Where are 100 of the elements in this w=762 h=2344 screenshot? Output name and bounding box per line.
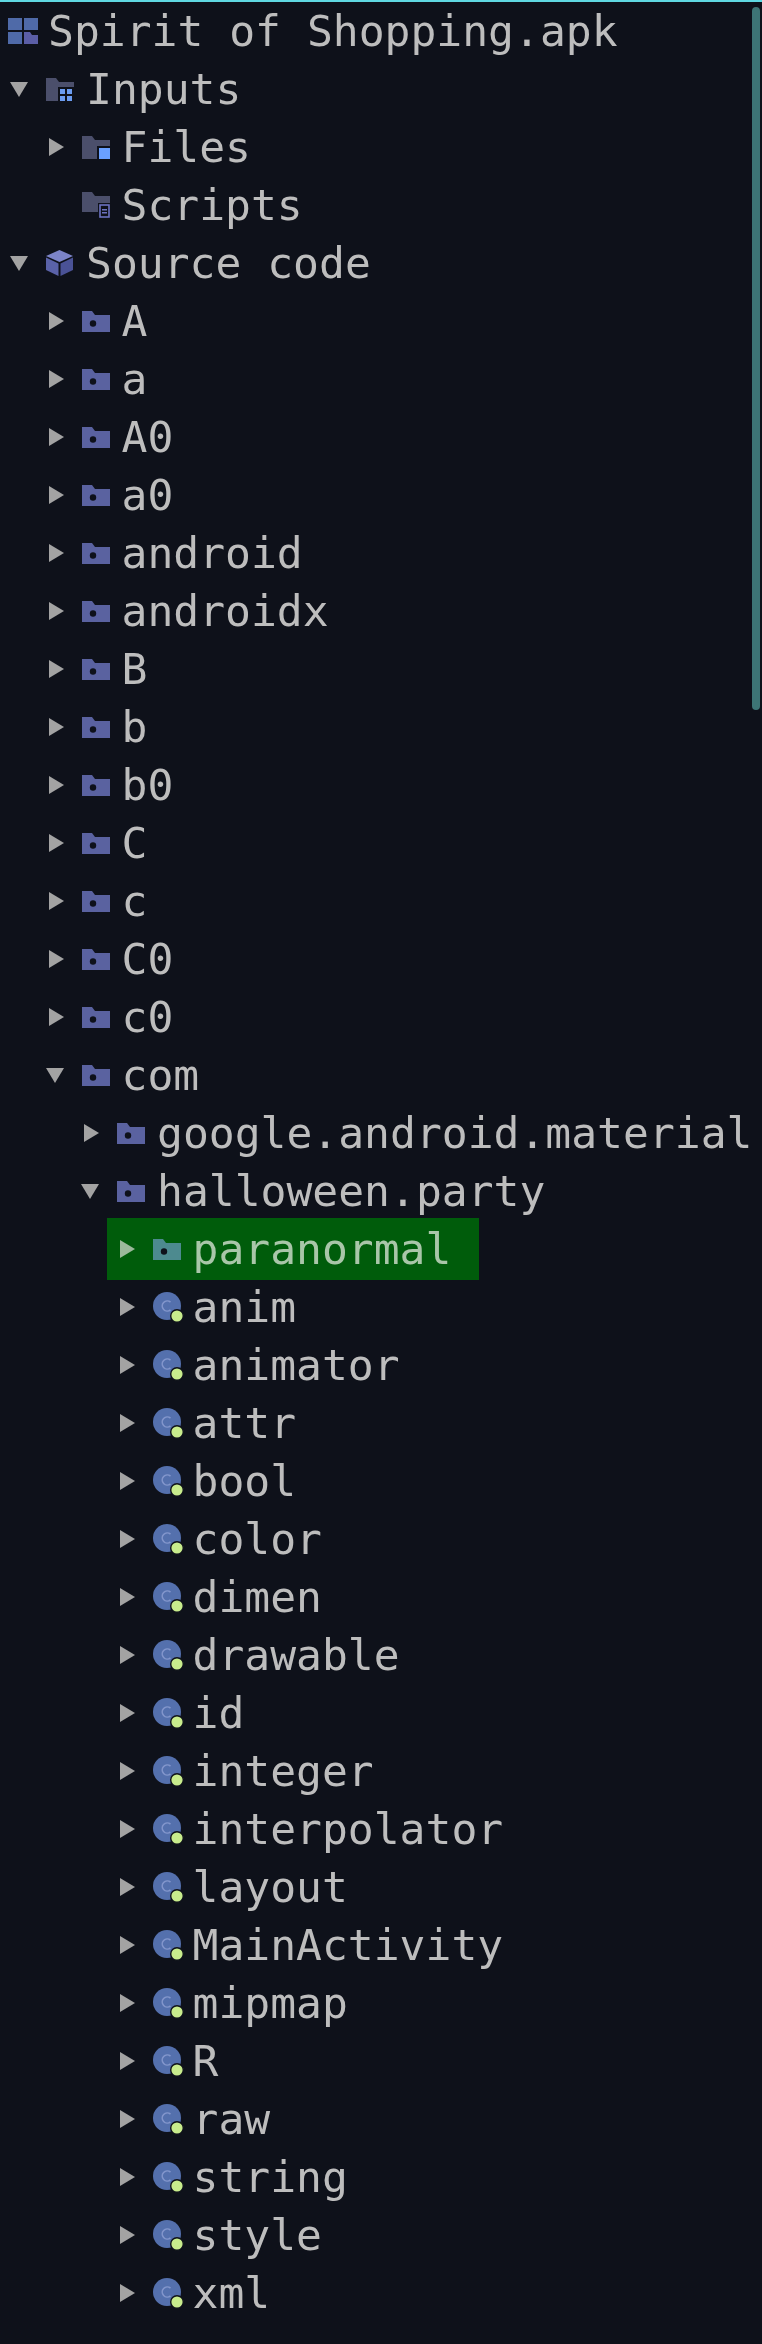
letter-c-icon (152, 1929, 184, 1961)
letter-c-icon (152, 1697, 184, 1729)
caret-icon[interactable] (48, 892, 64, 910)
caret-icon[interactable] (81, 1183, 99, 1199)
tree-item[interactable]: a0 (35, 466, 178, 524)
caret-icon[interactable] (48, 602, 64, 620)
letter-c-icon (152, 1465, 184, 1497)
folder-icon (81, 948, 110, 970)
tree-item[interactable]: anim (106, 1278, 301, 1336)
caret-icon[interactable] (48, 660, 64, 678)
tree-item[interactable]: mipmap (106, 1974, 352, 2032)
caret-icon[interactable] (48, 776, 64, 794)
tree-item[interactable]: C0 (35, 930, 178, 988)
tree-item[interactable]: interpolator (106, 1800, 508, 1858)
tree-item[interactable]: id (106, 1684, 249, 1742)
caret-icon[interactable] (48, 718, 64, 736)
tree-item[interactable]: string (106, 2148, 352, 2206)
caret-icon[interactable] (45, 1067, 64, 1083)
folder-icon (46, 77, 74, 101)
tree-item[interactable]: android (35, 524, 307, 582)
caret-icon[interactable] (48, 138, 64, 156)
caret-icon[interactable] (119, 1356, 135, 1374)
tree-item[interactable]: C (35, 814, 152, 872)
tree-item[interactable]: google.android.material (71, 1104, 757, 1162)
caret-icon[interactable] (119, 1762, 135, 1780)
caret-icon[interactable] (10, 255, 28, 271)
caret-icon[interactable] (119, 1704, 135, 1722)
tree-item[interactable]: dimen (106, 1568, 326, 1626)
tree-item[interactable]: A (35, 292, 152, 350)
caret-icon[interactable] (84, 1124, 99, 1142)
letter-c-icon (152, 2277, 184, 2309)
tree-item[interactable]: B (35, 640, 152, 698)
tree-item[interactable]: Spirit of Shopping.apk (0, 2, 622, 60)
caret-icon[interactable] (119, 1936, 135, 1954)
letter-c-icon (152, 1987, 184, 2019)
caret-icon[interactable] (119, 2168, 135, 2186)
tree-item[interactable]: layout (106, 1858, 352, 1916)
tree-item[interactable]: attr (106, 1394, 301, 1452)
tree-item[interactable]: com (35, 1046, 204, 1104)
tree-item[interactable]: R (106, 2032, 223, 2090)
tree-item[interactable]: b (35, 698, 152, 756)
caret-icon[interactable] (119, 1588, 135, 1606)
caret-icon[interactable] (10, 81, 28, 97)
caret-icon[interactable] (119, 2226, 135, 2244)
tree-item[interactable]: halloween.party (71, 1162, 550, 1220)
tree-item[interactable]: MainActivity (106, 1916, 508, 1974)
tree-item[interactable]: Files (35, 118, 255, 176)
caret-icon[interactable] (48, 1008, 64, 1026)
folder-icon (81, 1006, 110, 1028)
tree-item[interactable]: a (35, 350, 152, 408)
caret-icon[interactable] (48, 834, 64, 852)
tree-item[interactable]: raw (106, 2090, 275, 2148)
caret-icon[interactable] (119, 1472, 135, 1490)
folder-icon (81, 135, 110, 159)
caret-icon[interactable] (48, 950, 64, 968)
tree-item[interactable]: c (35, 872, 152, 930)
scrollbar-thumb[interactable] (752, 7, 760, 710)
tree-item[interactable]: c0 (35, 988, 178, 1046)
cube-icon (46, 250, 73, 276)
caret-icon[interactable] (119, 1646, 135, 1664)
tree-item[interactable]: paranormal (106, 1218, 480, 1280)
caret-icon[interactable] (119, 2052, 135, 2070)
tree-item[interactable]: Source code (0, 234, 375, 292)
caret-icon[interactable] (119, 2284, 135, 2302)
letter-c-icon (152, 1407, 184, 1439)
tree-item[interactable]: Inputs (0, 60, 246, 118)
letter-c-icon (152, 1581, 184, 1613)
folder-icon (81, 832, 110, 854)
letter-c-icon (152, 1871, 184, 1903)
tree-item[interactable]: b0 (35, 756, 178, 814)
caret-icon[interactable] (119, 1994, 135, 2012)
caret-icon[interactable] (48, 486, 64, 504)
caret-icon[interactable] (48, 312, 64, 330)
caret-icon[interactable] (48, 544, 64, 562)
folder-icon (81, 484, 110, 506)
letter-c-icon (152, 2161, 184, 2193)
tree-item[interactable]: Scripts (35, 176, 307, 234)
tree-item[interactable]: A0 (35, 408, 178, 466)
tree-item[interactable]: color (106, 1510, 326, 1568)
caret-icon[interactable] (119, 1530, 135, 1548)
letter-c-icon (152, 2103, 184, 2135)
letter-c-icon (152, 1523, 184, 1555)
caret-icon[interactable] (48, 428, 64, 446)
caret-icon[interactable] (119, 1298, 135, 1316)
folder-icon (81, 716, 110, 738)
tree-item[interactable]: drawable (106, 1626, 404, 1684)
caret-icon[interactable] (119, 1240, 135, 1258)
folder-icon (81, 426, 110, 448)
tree-item[interactable]: xml (106, 2264, 275, 2322)
folder-icon (81, 890, 110, 912)
caret-icon[interactable] (119, 1878, 135, 1896)
tree-item[interactable]: androidx (35, 582, 333, 640)
caret-icon[interactable] (119, 1414, 135, 1432)
tree-item[interactable]: style (106, 2206, 326, 2264)
tree-item[interactable]: bool (106, 1452, 301, 1510)
caret-icon[interactable] (48, 370, 64, 388)
caret-icon[interactable] (119, 1820, 135, 1838)
tree-item[interactable]: integer (106, 1742, 378, 1800)
tree-item[interactable]: animator (106, 1336, 404, 1394)
caret-icon[interactable] (119, 2110, 135, 2128)
